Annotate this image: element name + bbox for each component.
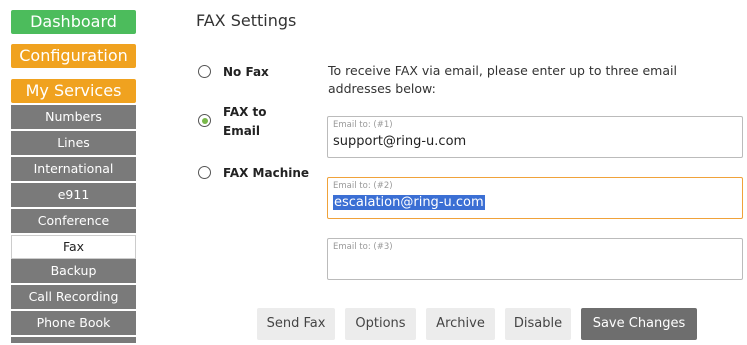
sidebar-item-fax[interactable]: Fax [11,235,136,259]
fax-machine-label: FAX Machine [223,166,310,180]
option-fax-machine[interactable]: FAX Machine [198,164,309,183]
sidebar-item-backup[interactable]: Backup [11,259,136,285]
email-field-2-label: Email to: (#2) [333,181,393,191]
no-fax-radio[interactable] [198,65,211,78]
sidebar-item-conference[interactable]: Conference [11,209,136,235]
option-no-fax[interactable]: No Fax [198,63,269,82]
email-field-2[interactable]: Email to: (#2) escalation@ring-u.com [327,177,743,219]
archive-button[interactable]: Archive [426,308,495,340]
sidebar-item-e911[interactable]: e911 [11,183,136,209]
fax-machine-radio[interactable] [198,166,211,179]
email-field-3[interactable]: Email to: (#3) [327,238,743,280]
email-field-2-value[interactable]: escalation@ring-u.com [333,195,485,210]
email-instructions: To receive FAX via email, please enter u… [328,63,677,96]
services-submenu: Numbers Lines International e911 Confere… [11,105,136,343]
fax-to-email-label-line1: FAX to [223,105,267,119]
nav-dashboard[interactable]: Dashboard [11,10,136,34]
fax-to-email-radio[interactable] [198,114,211,127]
email-field-1-value[interactable]: support@ring-u.com [333,134,466,149]
options-button[interactable]: Options [345,308,416,340]
sidebar-item-phone-book[interactable]: Phone Book [11,311,136,337]
option-fax-to-email[interactable]: FAX to Email [198,103,267,141]
fax-to-email-label-line2: Email [223,124,261,138]
email-field-3-label: Email to: (#3) [333,242,393,252]
nav-my-services[interactable]: My Services [11,79,136,103]
email-field-1[interactable]: Email to: (#1) support@ring-u.com [327,116,743,158]
sidebar-item-international[interactable]: International [11,157,136,183]
sidebar-item-numbers[interactable]: Numbers [11,105,136,131]
email-field-1-label: Email to: (#1) [333,120,393,130]
no-fax-label: No Fax [223,65,269,79]
sidebar-item-call-recording[interactable]: Call Recording [11,285,136,311]
nav-configuration[interactable]: Configuration [11,44,136,68]
sidebar-item-lines[interactable]: Lines [11,131,136,157]
sidebar-item-more[interactable] [11,337,136,343]
page-title: FAX Settings [196,11,297,30]
save-changes-button[interactable]: Save Changes [581,308,697,340]
send-fax-button[interactable]: Send Fax [257,308,335,340]
fax-to-email-label: FAX to Email [223,103,267,141]
disable-button[interactable]: Disable [505,308,571,340]
